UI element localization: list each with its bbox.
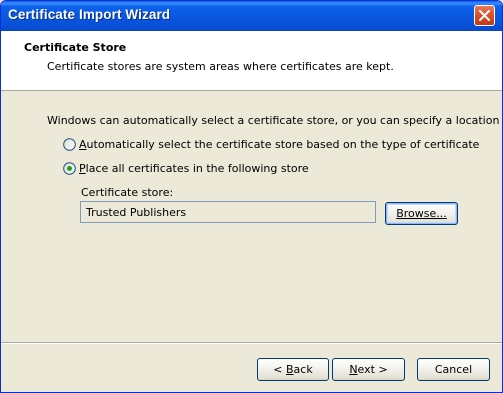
page-title: Certificate Store [24,41,127,54]
footer-separator [1,342,502,344]
certificate-store-field[interactable]: Trusted Publishers [80,201,376,223]
auto-select-label: Automatically select the certificate sto… [79,138,480,151]
radio-unchecked-icon[interactable] [63,138,76,151]
back-button[interactable]: < Back [257,358,329,381]
next-button[interactable]: Next > [332,358,405,381]
wizard-window: Certificate Import Wizard Certificate St… [0,0,503,393]
window-title: Certificate Import Wizard [8,7,171,22]
browse-button[interactable]: Browse... [385,202,458,225]
certificate-store-label: Certificate store: [81,186,174,199]
page-subtitle: Certificate stores are system areas wher… [47,60,394,73]
cancel-button[interactable]: Cancel [417,358,490,381]
auto-select-option[interactable]: Automatically select the certificate sto… [63,138,479,151]
place-in-store-option[interactable]: Place all certificates in the following … [63,162,309,175]
title-bar[interactable]: Certificate Import Wizard [1,1,502,31]
close-button[interactable] [474,5,495,26]
radio-checked-icon[interactable] [63,162,76,175]
intro-text: Windows can automatically select a certi… [47,114,503,127]
wizard-header: Certificate Store Certificate stores are… [1,31,502,91]
place-in-store-label: Place all certificates in the following … [79,162,309,175]
close-icon [479,10,490,21]
